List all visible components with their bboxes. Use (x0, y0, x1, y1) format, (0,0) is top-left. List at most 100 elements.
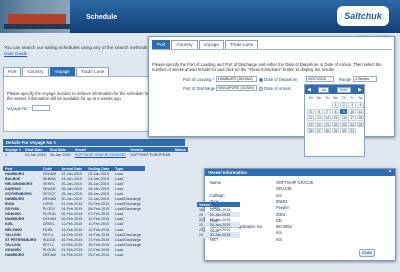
calendar-day[interactable]: 9 (340, 108, 348, 115)
calendar-day[interactable]: 6 (315, 108, 323, 115)
table-cell: Load (115, 253, 124, 258)
table-cell: 01-Feb-2015 (61, 202, 83, 207)
weekday-label: Tu (325, 96, 330, 100)
table-cell: Load/Discharge (113, 206, 145, 212)
table-cell: DEHAM (42, 253, 57, 258)
voyage-panel: Please specify the voyage number to retr… (3, 76, 153, 132)
calendar-day[interactable]: 1 (331, 102, 340, 108)
date-input[interactable]: 09/07/2015 (306, 76, 334, 82)
table-cell: 21-Feb-2015 (59, 247, 87, 253)
dialog-tabs: Port Country Voyage Trade Lane (152, 40, 259, 49)
col-voyage: Voyage # (3, 147, 24, 152)
dialog-tab-voyage[interactable]: Voyage (198, 40, 224, 49)
calendar-day[interactable]: 10 (348, 108, 356, 115)
port-of-discharge-input[interactable]: SINGAPORE (SGSIN) (216, 85, 257, 91)
calendar-day[interactable]: 14 (323, 115, 331, 121)
table-row[interactable]: ST PETERSBURG RULED 16-Feb-2015 17-Feb-2015… (3, 237, 145, 243)
vessel-field-value: GRACIE (276, 186, 292, 192)
calendar-day[interactable]: 16 (340, 115, 348, 121)
calendar-day[interactable]: 24 (348, 121, 356, 127)
calendar-day[interactable]: 18 (356, 115, 365, 121)
dialog-tab-port[interactable]: Port (152, 40, 171, 49)
calendar-day[interactable]: 25 (356, 121, 365, 127)
date-of-arrival-option[interactable]: Date of Arrival (259, 86, 290, 91)
table-cell: Load/Discharge (113, 196, 145, 202)
departure-radio[interactable] (259, 77, 263, 82)
next-month-icon[interactable]: ▶ (358, 87, 362, 93)
table-cell: Load/Discharge (115, 202, 141, 207)
vessel-field-value: n/a (276, 230, 282, 236)
calendar-day[interactable]: 11 (356, 108, 365, 115)
calendar-header: ◀ Jul 2015 ▶ (305, 85, 364, 94)
intro-text: You can search our sailing schedules usi… (4, 45, 161, 50)
prev-month-icon[interactable]: ◀ (307, 87, 311, 93)
range-select[interactable]: 4 Weeks (353, 76, 377, 82)
calendar-day[interactable]: 23 (340, 121, 348, 127)
calendar-day[interactable]: 28 (323, 127, 331, 134)
calendar-day[interactable]: 27 (315, 127, 323, 134)
list-item[interactable]: 24 30-Jan-2015 (197, 232, 240, 238)
arrival-radio[interactable] (259, 86, 263, 91)
calendar-day[interactable]: 17 (348, 115, 356, 121)
calendar-day[interactable]: 19 (307, 121, 315, 127)
calendar-grid: Su Mo Tu We Th Fr Sa 1 2 3 4 5 6 7 8 9 10 11 12 13 14 15 16 17 1… (305, 94, 365, 142)
app-title: Schedule (86, 14, 118, 21)
calendar-day[interactable]: 26 (307, 127, 315, 134)
dialog-tab-country[interactable]: Country (171, 40, 198, 49)
month-select[interactable]: Jul (318, 86, 330, 93)
calendar-day[interactable]: 12 (307, 115, 315, 121)
voyage-input[interactable] (32, 105, 50, 111)
vessel-link[interactable]: SOFTSHIP GRACIE (GRACIE) (72, 152, 129, 158)
voyage-instructions: Please specify the voyage number to retr… (7, 91, 150, 101)
calendar-day[interactable]: 31 (348, 127, 356, 134)
year-select[interactable]: 2015 (336, 86, 351, 93)
vessel-field-value: 2004 (276, 211, 286, 217)
vessel-field-value: 9674554 (276, 224, 292, 230)
empty-cell (324, 102, 331, 107)
vessel-field-label: Callsign (210, 192, 225, 198)
calendar-day[interactable]: 5 (307, 108, 315, 115)
vessel-field-value: n/a (276, 236, 282, 242)
calendar-day[interactable]: 21 (323, 121, 331, 127)
calendar-day[interactable]: 8 (331, 108, 340, 115)
user-guide-link[interactable]: User Guide (4, 51, 27, 56)
weekday-label: Mo (316, 96, 322, 100)
calendar-day[interactable]: 29 (331, 127, 340, 134)
calendar-day[interactable]: 22 (331, 121, 340, 127)
calendar-day[interactable]: 2 (340, 102, 348, 108)
empty-cell (307, 102, 314, 107)
table-cell: 01-Feb-2015 (88, 202, 110, 207)
details-section-header: Details For Voyage No 1 (3, 139, 185, 146)
tab-country[interactable]: Country (22, 67, 49, 76)
summary-row[interactable]: 1 22-Jan-2015 30-Jan-2015 SOFTSHIP GRACI… (3, 152, 188, 158)
calendar-day[interactable]: 15 (331, 115, 340, 121)
table-row[interactable]: HAMBURG DEHAM 24-Feb-2015 25-Feb-2015 Load (3, 253, 145, 258)
dialog-tab-trade-lane[interactable]: Trade Lane (224, 40, 259, 49)
app-window: Schedule Saltchuk version: 5.17 (build 1… (0, 0, 400, 272)
weekday-label: Su (308, 96, 313, 100)
calendar-day[interactable]: 7 (323, 108, 331, 115)
calendar-day[interactable]: 20 (315, 121, 323, 127)
table-cell: 16-Feb-2015 (59, 237, 87, 243)
close-button[interactable]: Close (359, 249, 375, 257)
table-cell: ST PETERSBURG (3, 237, 41, 243)
table-cell: 09-Feb-2015 (59, 216, 87, 222)
calendar-day[interactable]: 13 (315, 115, 323, 121)
table-cell: 13-Feb-2015 (86, 227, 114, 233)
vessel-field-value: DE (276, 217, 282, 223)
calendar-day[interactable]: 30 (340, 127, 348, 134)
port-of-loading-input[interactable]: HAMBURG (DEHAM) (216, 76, 257, 82)
table-cell: 25-Feb-2015 (88, 253, 110, 258)
vessel-field-value: Feeder (276, 205, 289, 211)
search-tabs: Port Country Voyage Trade Lane (3, 67, 110, 76)
date-of-departure-option[interactable]: Date of Departure (259, 77, 297, 82)
port-instructions: Please specify the Port of Loading and P… (152, 62, 382, 72)
tab-voyage[interactable]: Voyage (49, 67, 75, 76)
tab-trade-lane[interactable]: Trade Lane (75, 67, 110, 76)
voyage-summary-table: Voyage # Start Date End Date Vessel Serv… (3, 147, 188, 158)
tab-port[interactable]: Port (3, 67, 22, 76)
calendar-day[interactable]: 4 (356, 102, 365, 108)
calendar-day[interactable]: 3 (348, 102, 356, 108)
vessel-dialog-title: Vessel Information (205, 169, 395, 176)
close-icon[interactable]: × (387, 169, 393, 175)
